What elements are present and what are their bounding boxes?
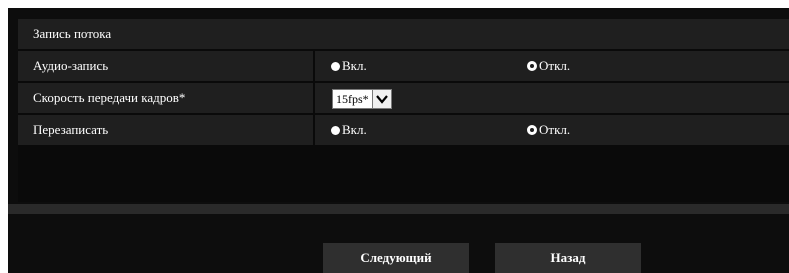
audio-record-on-label: Вкл. [342, 58, 367, 73]
stream-record-panel: Запись потока Аудио-запись Вкл. Откл. Ск… [18, 19, 789, 202]
frame-rate-row: Скорость передачи кадров* 15fps* [18, 83, 789, 113]
audio-record-options: Вкл. Откл. [315, 51, 789, 81]
radio-unselected-icon [331, 125, 340, 135]
radio-unselected-icon [331, 61, 340, 71]
audio-record-on-radio[interactable]: Вкл. [331, 51, 367, 81]
radio-selected-icon [527, 61, 537, 71]
next-button[interactable]: Следующий [323, 243, 469, 273]
overwrite-row: Перезаписать Вкл. Откл. [18, 115, 789, 145]
frame-rate-value-cell: 15fps* [315, 83, 789, 113]
wizard-frame: Запись потока Аудио-запись Вкл. Откл. Ск… [8, 8, 789, 273]
audio-record-off-radio[interactable]: Откл. [527, 51, 570, 81]
radio-selected-icon [527, 125, 537, 135]
audio-record-off-label: Откл. [539, 58, 571, 73]
frame-rate-label: Скорость передачи кадров* [18, 83, 313, 113]
audio-record-label: Аудио-запись [18, 51, 313, 81]
section-title: Запись потока [18, 19, 789, 49]
divider-bar [8, 204, 789, 214]
overwrite-label: Перезаписать [18, 115, 313, 145]
section-header-row: Запись потока [18, 19, 789, 49]
overwrite-off-label: Откл. [539, 122, 571, 137]
overwrite-on-label: Вкл. [342, 122, 367, 137]
frame-rate-select[interactable]: 15fps* [332, 89, 392, 109]
overwrite-off-radio[interactable]: Откл. [527, 115, 570, 145]
overwrite-options: Вкл. Откл. [315, 115, 789, 145]
frame-rate-selected-value: 15fps* [336, 91, 369, 106]
chevron-down-icon [371, 90, 391, 108]
audio-record-row: Аудио-запись Вкл. Откл. [18, 51, 789, 81]
back-button[interactable]: Назад [495, 243, 641, 273]
overwrite-on-radio[interactable]: Вкл. [331, 115, 367, 145]
